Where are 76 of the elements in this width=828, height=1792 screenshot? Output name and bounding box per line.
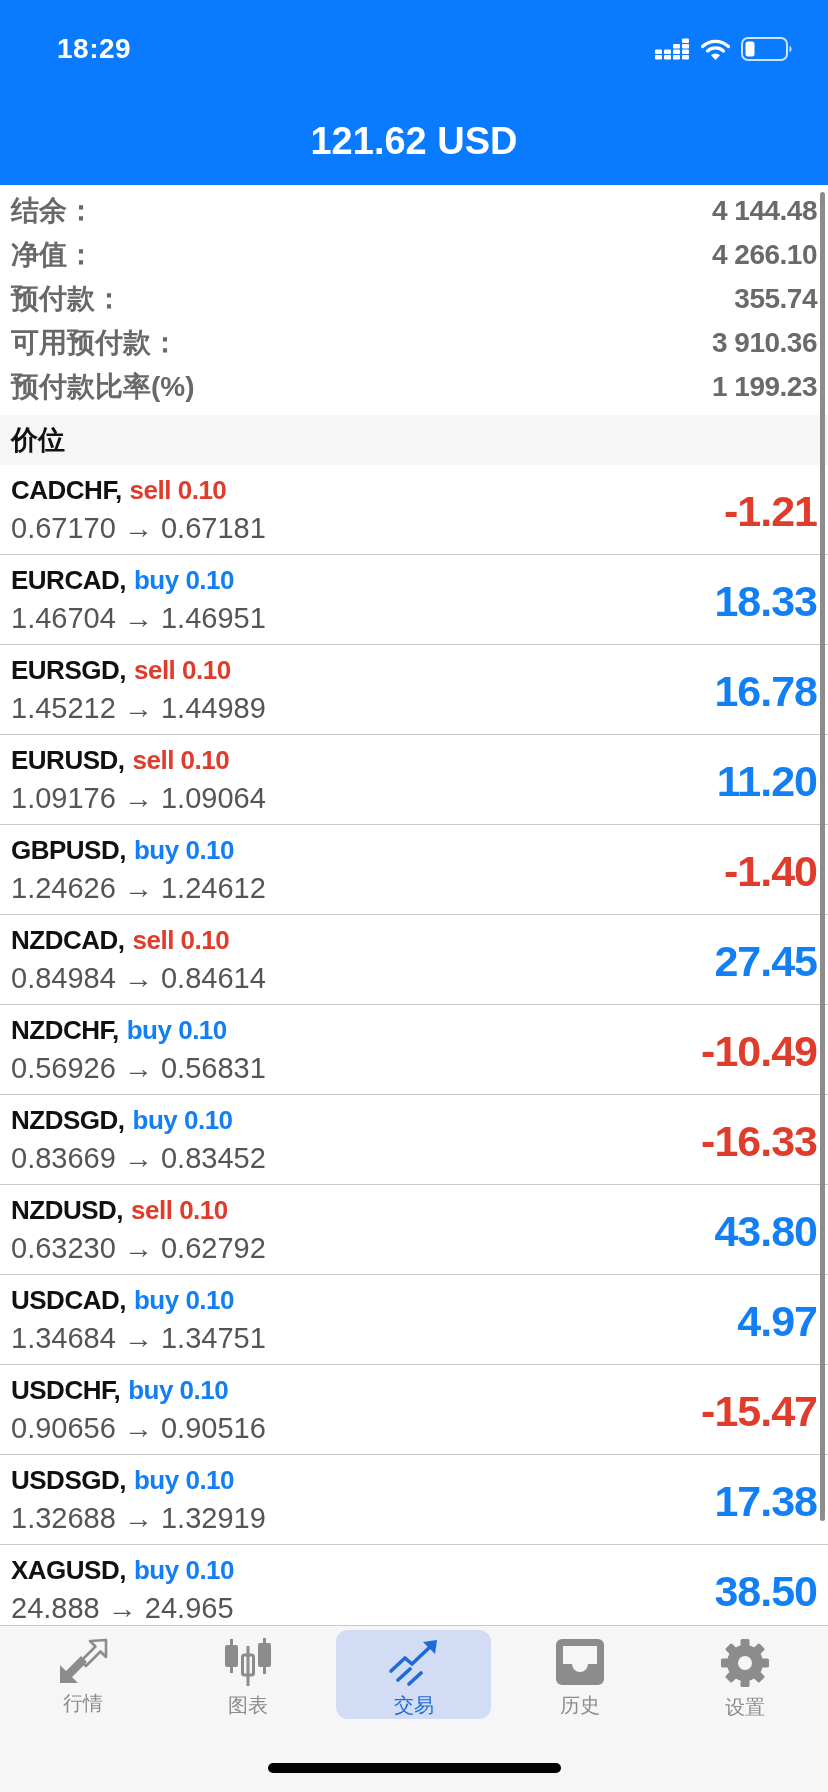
profit-value: -15.47	[701, 1387, 817, 1436]
order-label: buy 0.10	[132, 1104, 233, 1136]
tray-icon	[553, 1638, 606, 1686]
summary-label: 可用预付款：	[11, 326, 179, 360]
price-range: 1.46704 → 1.46951	[11, 601, 266, 635]
profit-value: 17.38	[714, 1477, 817, 1526]
profit-value: -1.21	[724, 487, 817, 536]
summary-value: 355.74	[734, 283, 817, 315]
profit-value: -16.33	[701, 1117, 817, 1166]
price-range: 0.56926 → 0.56831	[11, 1051, 266, 1085]
status-time: 18:29	[57, 33, 132, 65]
order-label: sell 0.10	[132, 924, 230, 956]
header-title: 121.62 USD	[310, 120, 518, 163]
tab[interactable]: 行情	[5, 1630, 161, 1719]
price-range: 1.45212 → 1.44989	[11, 691, 266, 725]
tab[interactable]: 交易	[336, 1630, 492, 1719]
order-label: sell 0.10	[132, 744, 230, 776]
profit-value: 4.97	[737, 1297, 817, 1346]
price-range: 0.90656 → 0.90516	[11, 1411, 266, 1445]
price-range: 1.09176 → 1.09064	[11, 781, 266, 815]
symbol-label: CADCHF,	[11, 474, 122, 506]
order-label: buy 0.10	[133, 1284, 234, 1316]
summary-label: 预付款比率(%)	[11, 370, 195, 404]
order-label: buy 0.10	[133, 834, 235, 866]
price-range: 1.24626 → 1.24612	[11, 871, 266, 905]
order-label: sell 0.10	[133, 654, 231, 686]
price-range: 0.67170 → 0.67181	[11, 511, 266, 545]
symbol-label: NZDCAD,	[11, 924, 125, 956]
profit-value: 11.20	[716, 757, 817, 806]
order-label: buy 0.10	[133, 1464, 235, 1496]
price-range: 0.83669 → 0.83452	[11, 1141, 266, 1175]
symbol-label: USDSGD,	[11, 1464, 126, 1496]
symbol-label: NZDSGD,	[11, 1104, 125, 1136]
symbol-label: XAGUSD,	[11, 1554, 126, 1586]
wifi-icon	[701, 38, 730, 60]
profit-value: -1.40	[724, 847, 817, 896]
order-label: buy 0.10	[133, 564, 234, 596]
profit-value: 43.80	[714, 1207, 817, 1256]
symbol-label: GBPUSD,	[11, 834, 126, 866]
tab[interactable]: 历史	[502, 1630, 658, 1719]
settings-icon	[720, 1638, 771, 1688]
price-range: 0.63230 → 0.62792	[11, 1231, 266, 1265]
profit-value: 18.33	[714, 577, 817, 626]
summary-label: 结余：	[11, 194, 95, 228]
profit-value: 38.50	[714, 1567, 817, 1616]
symbol-label: NZDUSD,	[11, 1194, 124, 1226]
order-label: buy 0.10	[133, 1554, 235, 1586]
profit-value: -10.49	[701, 1027, 817, 1076]
order-label: sell 0.10	[129, 474, 227, 506]
price-range: 1.34684 → 1.34751	[11, 1321, 266, 1355]
summary-value: 4 144.48	[712, 195, 817, 227]
tab[interactable]: 设置	[667, 1630, 823, 1719]
trend-arrow-icon	[388, 1638, 440, 1686]
symbol-label: NZDCHF,	[11, 1014, 119, 1046]
symbol-label: EURUSD,	[11, 744, 125, 776]
symbol-label: USDCHF,	[11, 1374, 121, 1406]
summary-label: 预付款：	[11, 282, 123, 316]
profit-value: 16.78	[714, 667, 817, 716]
tab[interactable]: 图表	[170, 1630, 326, 1719]
signal-icon	[655, 38, 690, 60]
summary-value: 1 199.23	[712, 371, 817, 403]
summary-value: 3 910.36	[712, 327, 817, 359]
price-range: 1.32688 → 1.32919	[11, 1501, 266, 1535]
price-range: 24.888 → 24.965	[11, 1591, 235, 1625]
profit-value: 27.45	[714, 937, 817, 986]
symbol-label: EURCAD,	[11, 564, 126, 596]
summary-label: 净值：	[11, 238, 95, 272]
summary-value: 4 266.10	[712, 239, 817, 271]
order-label: sell 0.10	[131, 1194, 228, 1226]
symbol-label: EURSGD,	[11, 654, 126, 686]
section-header: 价位	[0, 415, 828, 465]
symbol-label: USDCAD,	[11, 1284, 126, 1316]
price-range: 0.84984 → 0.84614	[11, 961, 266, 995]
order-label: buy 0.10	[126, 1014, 227, 1046]
battery-icon	[741, 37, 792, 61]
order-label: buy 0.10	[128, 1374, 229, 1406]
